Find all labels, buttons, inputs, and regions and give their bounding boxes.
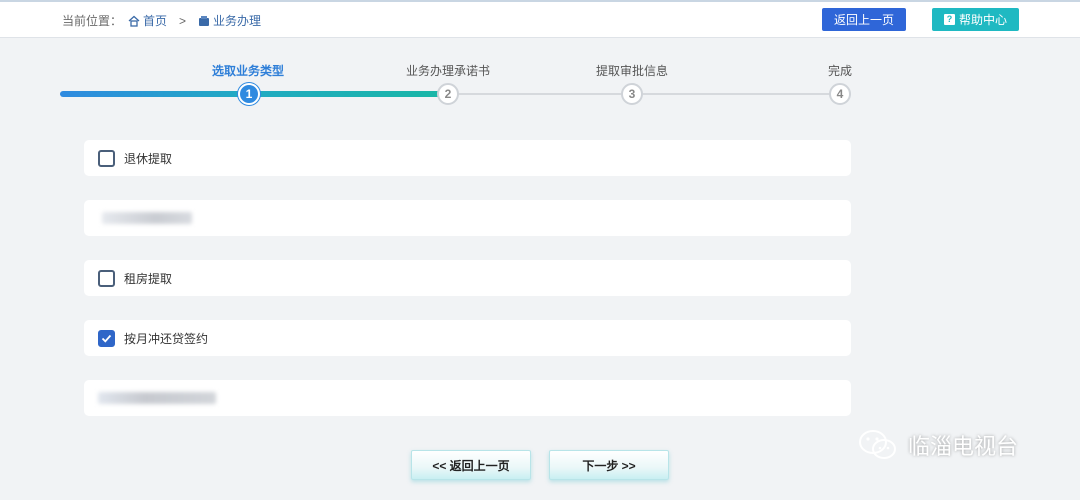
option-row-redacted-1[interactable] [84,200,851,236]
breadcrumb: 当前位置： 首页 > 业务办理 [62,12,261,29]
next-step-button[interactable]: 下一步 >> [549,450,669,480]
checkbox-rent[interactable] [98,269,115,287]
step-dot-1: 1 [238,83,260,105]
step-dot-3: 3 [621,83,643,105]
step-label-4: 完成 [827,64,853,78]
checkbox-monthly-loan[interactable] [98,329,115,347]
redacted-text [98,392,216,404]
prev-step-button[interactable]: << 返回上一页 [411,450,531,480]
breadcrumb-home[interactable]: 首页 [128,12,167,29]
step-label-2: 业务办理承诺书 [405,64,491,78]
step-dot-4: 4 [829,83,851,105]
breadcrumb-current-label: 业务办理 [213,14,262,28]
option-row-monthly-loan[interactable]: 按月冲还贷签约 [84,320,851,356]
watermark: 临淄电视台 [858,428,1018,462]
breadcrumb-separator: > [179,13,187,28]
breadcrumb-current[interactable]: 业务办理 [198,12,261,29]
checkmark-icon [101,334,112,343]
step-label-3: 提取审批信息 [595,64,669,78]
watermark-text: 临淄电视台 [908,434,1019,459]
redacted-text [102,212,192,224]
help-center-button[interactable]: ? 帮助中心 [932,8,1019,31]
breadcrumb-home-label: 首页 [143,14,168,28]
option-row-redacted-2[interactable] [84,380,851,416]
option-row-retirement[interactable]: 退休提取 [84,140,851,176]
progress-stepper: 选取业务类型 业务办理承诺书 提取审批信息 完成 1 2 3 4 [60,58,860,110]
option-row-rent[interactable]: 租房提取 [84,260,851,296]
option-label-retirement: 退休提取 [124,151,173,166]
help-icon: ? [943,14,955,25]
top-bar: 当前位置： 首页 > 业务办理 返回上一页 ? 帮助中心 [0,0,1080,38]
folder-icon [199,15,210,26]
back-button[interactable]: 返回上一页 [822,8,906,31]
top-accent-line [0,0,1080,2]
option-label-rent: 租房提取 [124,271,173,286]
option-label-monthly-loan: 按月冲还贷签约 [124,331,209,346]
breadcrumb-prefix: 当前位置： [62,14,123,28]
step-dot-2: 2 [437,83,459,105]
step-label-1: 选取业务类型 [211,64,285,78]
wechat-icon [859,430,896,459]
help-center-label: 帮助中心 [958,13,1007,27]
home-icon [128,15,140,27]
checkbox-retirement[interactable] [98,149,115,167]
